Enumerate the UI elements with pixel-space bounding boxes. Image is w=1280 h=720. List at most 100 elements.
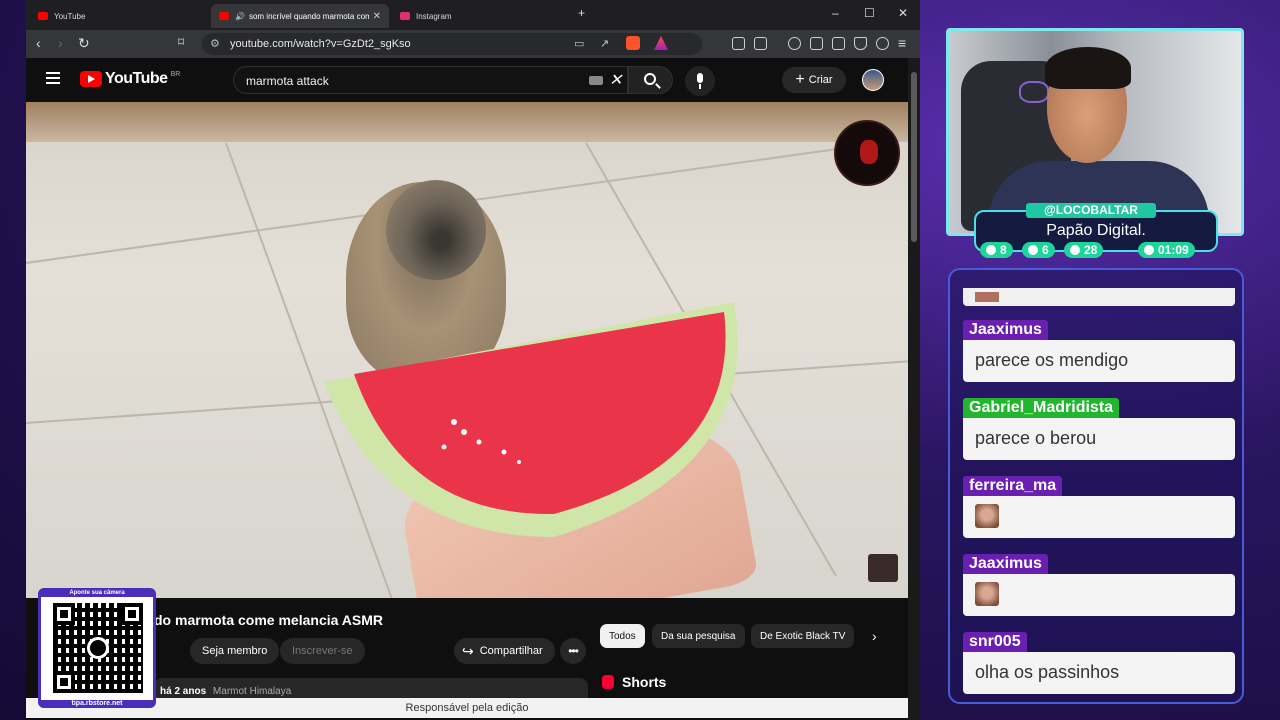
close-tab-icon[interactable]: ✕ bbox=[373, 11, 381, 22]
address-bar: ‹ › ↻ ⌑ ⚙ youtube.com/watch?v=GzDt2_sgKs… bbox=[26, 30, 920, 58]
back-icon[interactable]: ‹ bbox=[36, 35, 41, 51]
browser-window: YouTube 🔊 som incrível quando marmota co… bbox=[26, 0, 920, 720]
chat-text: olha os passinhos bbox=[963, 652, 1235, 694]
watermelon-slice bbox=[324, 302, 738, 537]
streamer-hair bbox=[1045, 47, 1131, 89]
menu-icon[interactable]: ≡ bbox=[898, 35, 906, 51]
search-input[interactable]: marmota attack ✕ bbox=[233, 66, 628, 94]
streamer-handle: @LOCOBALTAR bbox=[1026, 203, 1156, 218]
tab-video[interactable]: 🔊 som incrível quando marmota come... ✕ bbox=[211, 4, 389, 28]
share-label: Compartilhar bbox=[479, 645, 543, 657]
forward-icon[interactable]: › bbox=[58, 35, 63, 51]
brave-rewards-icon[interactable] bbox=[654, 36, 668, 50]
emote-icon bbox=[975, 504, 999, 528]
voice-search-icon[interactable] bbox=[685, 66, 715, 96]
stat-value: 28 bbox=[1084, 243, 1098, 257]
video-player[interactable] bbox=[26, 102, 908, 598]
clear-search-icon[interactable]: ✕ bbox=[609, 70, 622, 90]
bookmark-icon[interactable]: ⌑ bbox=[178, 35, 184, 49]
cast-icon[interactable]: ▭ bbox=[574, 37, 584, 50]
tab-instagram[interactable]: Instagram bbox=[392, 4, 570, 28]
chat-text: parece os mendigo bbox=[963, 340, 1235, 382]
kick-icon bbox=[1070, 245, 1080, 255]
vpn-icon[interactable] bbox=[854, 37, 867, 50]
site-settings-icon[interactable]: ⚙ bbox=[210, 37, 220, 50]
chat-message-partial bbox=[963, 288, 1235, 306]
search-button[interactable] bbox=[628, 66, 673, 94]
stat-uptime: 01:09 bbox=[1138, 242, 1195, 258]
chat-username: snr005 bbox=[963, 632, 1027, 652]
youtube-logo[interactable]: YouTube BR bbox=[80, 70, 180, 88]
chip-channel[interactable]: De Exotic Black TV bbox=[751, 624, 855, 648]
youtube-play-icon bbox=[80, 71, 102, 87]
search-icon bbox=[644, 73, 656, 85]
instagram-favicon-icon bbox=[400, 12, 410, 20]
branding-icon[interactable] bbox=[868, 554, 898, 582]
share-page-icon[interactable]: ↗ bbox=[600, 37, 609, 50]
chat-text bbox=[963, 574, 1235, 616]
shorts-label: Shorts bbox=[622, 674, 667, 690]
chat-message: Jaaximus bbox=[963, 554, 1235, 616]
chat-username: Gabriel_Madridista bbox=[963, 398, 1120, 418]
hamburger-menu-icon[interactable] bbox=[46, 72, 60, 84]
stat-twitch: 8 bbox=[980, 242, 1013, 258]
scrollbar-thumb[interactable] bbox=[911, 72, 917, 242]
sidebar-icon[interactable] bbox=[810, 37, 823, 50]
brave-shield-icon[interactable] bbox=[626, 36, 640, 50]
shorts-icon bbox=[602, 675, 614, 689]
share-button[interactable]: ↪ Compartilhar bbox=[454, 638, 555, 664]
qr-finder bbox=[53, 603, 75, 625]
chat-overlay: Jaaximus parece os mendigo Gabriel_Madri… bbox=[948, 268, 1244, 704]
chip-todos[interactable]: Todos bbox=[600, 624, 645, 648]
youtube-favicon-icon bbox=[38, 12, 48, 20]
stat-value: 6 bbox=[1042, 243, 1049, 257]
stat-youtube: 6 bbox=[1022, 242, 1055, 258]
url-text: youtube.com/watch?v=GzDt2_sgKso bbox=[230, 38, 411, 50]
wallet-icon[interactable] bbox=[832, 37, 845, 50]
status-bar: Responsável pela edição bbox=[26, 698, 908, 718]
youtube-favicon-icon bbox=[219, 12, 229, 20]
marmot-head bbox=[386, 180, 486, 280]
subscribe-button[interactable]: Inscrever-se bbox=[280, 638, 365, 664]
country-code: BR bbox=[170, 70, 181, 78]
chip-da-sua-pesquisa[interactable]: Da sua pesquisa bbox=[652, 624, 745, 648]
qr-footer: tipa.rbstore.net bbox=[41, 700, 153, 707]
upload-age: há 2 anos bbox=[160, 686, 207, 697]
chat-username: Jaaximus bbox=[963, 554, 1048, 574]
reload-icon[interactable]: ↻ bbox=[78, 35, 90, 52]
join-button[interactable]: Seja membro bbox=[190, 638, 280, 664]
youtube-icon bbox=[1028, 245, 1038, 255]
qr-finder bbox=[53, 671, 75, 693]
video-title: do marmota come melancia ASMR bbox=[154, 612, 383, 628]
chat-text: parece o berou bbox=[963, 418, 1235, 460]
screenshot-icon[interactable] bbox=[754, 37, 767, 50]
chat-username: Jaaximus bbox=[963, 320, 1048, 340]
emote-icon bbox=[975, 582, 999, 606]
new-tab-icon[interactable]: + bbox=[578, 6, 585, 20]
stat-value: 01:09 bbox=[1158, 243, 1189, 257]
minimize-icon[interactable]: – bbox=[832, 6, 839, 20]
extensions-icon[interactable] bbox=[732, 37, 745, 50]
chair-logo-icon bbox=[1019, 81, 1049, 103]
stat-value: 8 bbox=[1000, 243, 1007, 257]
create-button[interactable]: + Criar bbox=[782, 67, 846, 93]
keyboard-icon[interactable] bbox=[589, 76, 603, 85]
close-window-icon[interactable]: ✕ bbox=[898, 6, 908, 20]
chat-text bbox=[963, 496, 1235, 538]
page-scrollbar[interactable] bbox=[908, 58, 920, 720]
maximize-icon[interactable]: ☐ bbox=[864, 6, 875, 20]
more-actions-button[interactable]: ••• bbox=[560, 638, 586, 664]
tab-title: som incrível quando marmota come... bbox=[248, 11, 369, 21]
shield-icon[interactable] bbox=[876, 37, 889, 50]
account-avatar[interactable] bbox=[862, 69, 884, 91]
chat-username: ferreira_ma bbox=[963, 476, 1063, 496]
url-field[interactable]: ⚙ youtube.com/watch?v=GzDt2_sgKso ▭ ↗ bbox=[202, 33, 702, 55]
tab-youtube[interactable]: YouTube bbox=[30, 4, 208, 28]
channel-watermark bbox=[834, 120, 900, 186]
music-icon[interactable] bbox=[788, 37, 801, 50]
tab-strip: YouTube 🔊 som incrível quando marmota co… bbox=[26, 0, 920, 30]
streamer-subtitle: Papão Digital. bbox=[1046, 222, 1146, 239]
chevron-right-icon[interactable]: › bbox=[872, 628, 877, 644]
search-value: marmota attack bbox=[246, 74, 329, 88]
plus-icon: + bbox=[795, 71, 805, 88]
